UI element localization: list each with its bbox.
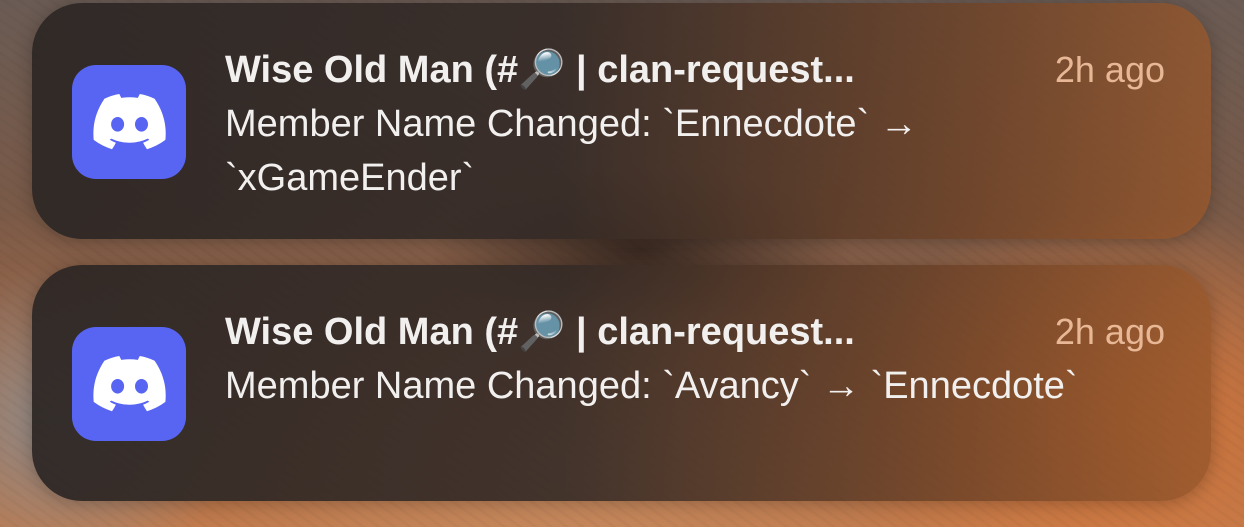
notification-timestamp: 2h ago (1054, 311, 1165, 352)
notification-title: Wise Old Man (#🔎 | clan-request... (225, 311, 855, 353)
discord-icon (93, 94, 166, 150)
notification-header: Wise Old Man (#🔎 | clan-request... 2h ag… (225, 41, 1165, 99)
notification-message: Member Name Changed: `Ennecdote` → `xGam… (225, 103, 918, 199)
notification-card[interactable]: Wise Old Man (#🔎 | clan-request... 2h ag… (32, 3, 1211, 239)
notification-timestamp: 2h ago (1054, 49, 1165, 90)
notification-message: Member Name Changed: `Avancy` → `Ennecdo… (225, 365, 1078, 407)
notification-header: Wise Old Man (#🔎 | clan-request... 2h ag… (225, 303, 1165, 361)
discord-icon (93, 356, 166, 412)
discord-app-icon (72, 65, 186, 179)
notification-card[interactable]: Wise Old Man (#🔎 | clan-request... 2h ag… (32, 265, 1211, 501)
notification-title: Wise Old Man (#🔎 | clan-request... (225, 49, 855, 91)
discord-app-icon (72, 327, 186, 441)
